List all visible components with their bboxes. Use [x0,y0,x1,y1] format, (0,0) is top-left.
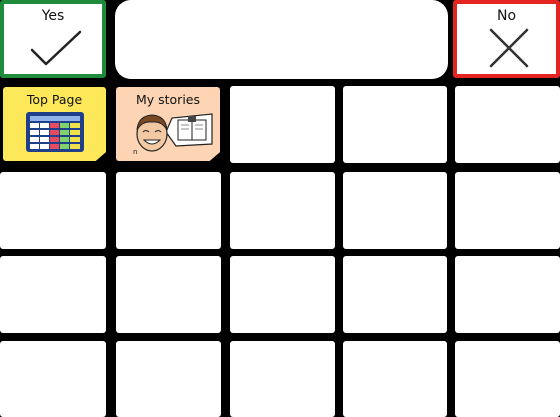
message-bar[interactable] [115,0,448,79]
empty-cell[interactable] [343,341,447,417]
person-reading-book-icon: n [133,113,213,156]
my-stories-label: My stories [135,92,201,107]
checkmark-icon [30,30,82,66]
empty-cell[interactable] [343,86,447,163]
empty-cell[interactable] [116,256,221,333]
grid-board-icon [26,112,84,152]
empty-cell[interactable] [230,341,335,417]
no-label: No [496,8,517,24]
empty-cell[interactable] [230,256,335,333]
empty-cell[interactable] [0,256,106,333]
yes-label: Yes [41,8,65,24]
empty-cell[interactable] [343,256,447,333]
empty-cell[interactable] [0,172,106,249]
top-page-button[interactable]: Top Page [3,87,106,161]
empty-cell[interactable] [455,341,560,417]
empty-cell[interactable] [455,172,560,249]
empty-cell[interactable] [0,341,106,417]
empty-cell[interactable] [343,172,447,249]
my-stories-button[interactable]: My stories n [116,87,220,161]
top-page-label: Top Page [26,92,83,107]
yes-button[interactable]: Yes [0,0,106,78]
empty-cell[interactable] [455,256,560,333]
empty-cell[interactable] [230,172,335,249]
empty-cell[interactable] [230,86,335,163]
cross-icon [489,28,529,68]
empty-cell[interactable] [116,172,221,249]
no-button[interactable]: No [453,0,560,78]
empty-cell[interactable] [116,341,221,417]
svg-text:n: n [133,148,137,156]
empty-cell[interactable] [455,86,560,163]
